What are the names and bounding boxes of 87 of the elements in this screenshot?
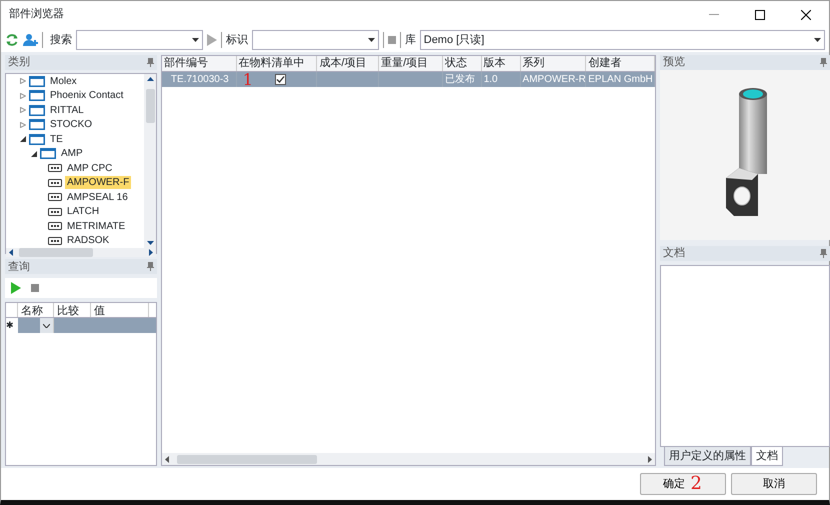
tree-item[interactable]: AMPOWER-F <box>65 176 132 189</box>
column-header: 值 <box>91 303 149 318</box>
column-header: 在物料清单中 <box>236 56 318 71</box>
column-header: 状态 <box>442 56 482 71</box>
button-label: 确定 <box>663 476 686 492</box>
folder-icon <box>29 76 45 86</box>
ok-button[interactable]: 确定 2 <box>640 473 726 495</box>
close-icon[interactable] <box>801 10 811 20</box>
scrollbar-thumb[interactable] <box>19 248 93 257</box>
tree-item[interactable]: RITTAL <box>48 104 86 116</box>
tree-item[interactable]: AMPSEAL 16 <box>65 190 130 204</box>
table-cell: 已发布 <box>442 72 482 87</box>
folder-icon <box>29 134 45 144</box>
tree-item[interactable]: LATCH <box>65 205 102 218</box>
scroll-up-icon[interactable] <box>146 76 154 81</box>
annotation-number: 2 <box>690 477 702 491</box>
dropdown-arrow-icon[interactable] <box>192 38 199 42</box>
tree-item[interactable]: TE <box>48 132 65 146</box>
maximize-icon[interactable] <box>755 10 765 20</box>
new-row[interactable]: ✱ <box>6 318 156 334</box>
pane-title: 类别 <box>8 55 30 70</box>
table-cell: TE.710030-3 <box>162 72 237 87</box>
pin-icon[interactable] <box>820 248 827 258</box>
scroll-left-icon[interactable] <box>165 456 169 462</box>
search-label: 搜索 <box>50 32 72 48</box>
pane-title: 预览 <box>663 55 685 70</box>
column-header: 部件编号 <box>162 56 237 71</box>
refresh-icon[interactable] <box>5 33 19 47</box>
tab[interactable]: 文档 <box>751 446 783 466</box>
scrollbar-thumb[interactable] <box>146 88 154 123</box>
expander-icon[interactable] <box>20 136 26 142</box>
folder-icon <box>29 119 45 130</box>
tree-item[interactable]: Phoenix Contact <box>48 89 126 102</box>
pane-title: 查询 <box>8 260 30 274</box>
connector-icon <box>48 178 62 186</box>
connector-icon <box>48 208 62 216</box>
folder-icon <box>29 90 45 101</box>
library-combo[interactable]: Demo [只读] <box>420 30 825 50</box>
pin-icon[interactable] <box>820 58 827 67</box>
run-icon[interactable] <box>11 282 21 294</box>
expander-icon[interactable] <box>31 150 37 156</box>
table-cell: EPLAN GmbH <box>586 72 655 87</box>
scroll-right-icon[interactable] <box>149 248 153 256</box>
column-header: 版本 <box>482 56 521 71</box>
scroll-left-icon[interactable] <box>9 248 13 256</box>
connector-icon <box>48 236 62 244</box>
dropdown-arrow-icon[interactable] <box>368 38 375 42</box>
horizontal-scrollbar[interactable] <box>6 248 156 257</box>
pane-title: 文档 <box>663 246 685 261</box>
connector-icon <box>48 222 62 230</box>
scroll-down-icon[interactable] <box>146 240 154 245</box>
table-cell: AMPOWER-R <box>520 72 586 87</box>
column-header: 重量/项目 <box>379 56 443 71</box>
add-user-icon[interactable] <box>23 33 38 47</box>
new-row-marker: ✱ <box>6 318 18 334</box>
table-cell: 1.0 <box>482 72 521 87</box>
tree-item[interactable]: AMP CPC <box>65 162 114 174</box>
column-header: 比较 <box>54 303 91 318</box>
tree-item[interactable]: AMP <box>59 147 85 160</box>
window-title: 部件浏览器 <box>9 6 65 22</box>
stop-icon[interactable] <box>31 284 39 292</box>
checkbox[interactable] <box>274 74 286 85</box>
column-header: 名称 <box>18 303 54 318</box>
scroll-right-icon[interactable] <box>648 456 652 462</box>
folder-icon <box>29 104 45 116</box>
stop-icon[interactable] <box>388 36 396 44</box>
tree-item[interactable]: Molex <box>48 74 79 88</box>
scrollbar-thumb[interactable] <box>177 454 317 464</box>
connector-icon <box>48 164 62 172</box>
column-header: 创建者 <box>586 56 655 71</box>
column-header: 系列 <box>520 56 586 71</box>
annotation-number: 1 <box>242 72 253 86</box>
dropdown-arrow-icon[interactable] <box>814 38 821 42</box>
horizontal-scrollbar[interactable] <box>162 453 655 465</box>
tree-item[interactable]: METRIMATE <box>65 220 128 232</box>
identifier-label: 标识 <box>226 32 248 48</box>
vertical-scrollbar[interactable] <box>144 74 156 248</box>
tree-item[interactable]: RADSOK <box>65 234 112 247</box>
pin-icon[interactable] <box>147 58 154 67</box>
library-label: 库 <box>404 32 416 48</box>
pin-icon[interactable] <box>147 262 154 272</box>
tab[interactable]: 用户定义的属性 <box>664 446 751 466</box>
column-header: 成本/项目 <box>317 56 380 71</box>
folder-icon <box>40 148 56 159</box>
connector-icon <box>48 193 62 201</box>
cancel-button[interactable]: 取消 <box>731 473 817 495</box>
tree-item[interactable]: STOCKO <box>48 118 94 131</box>
